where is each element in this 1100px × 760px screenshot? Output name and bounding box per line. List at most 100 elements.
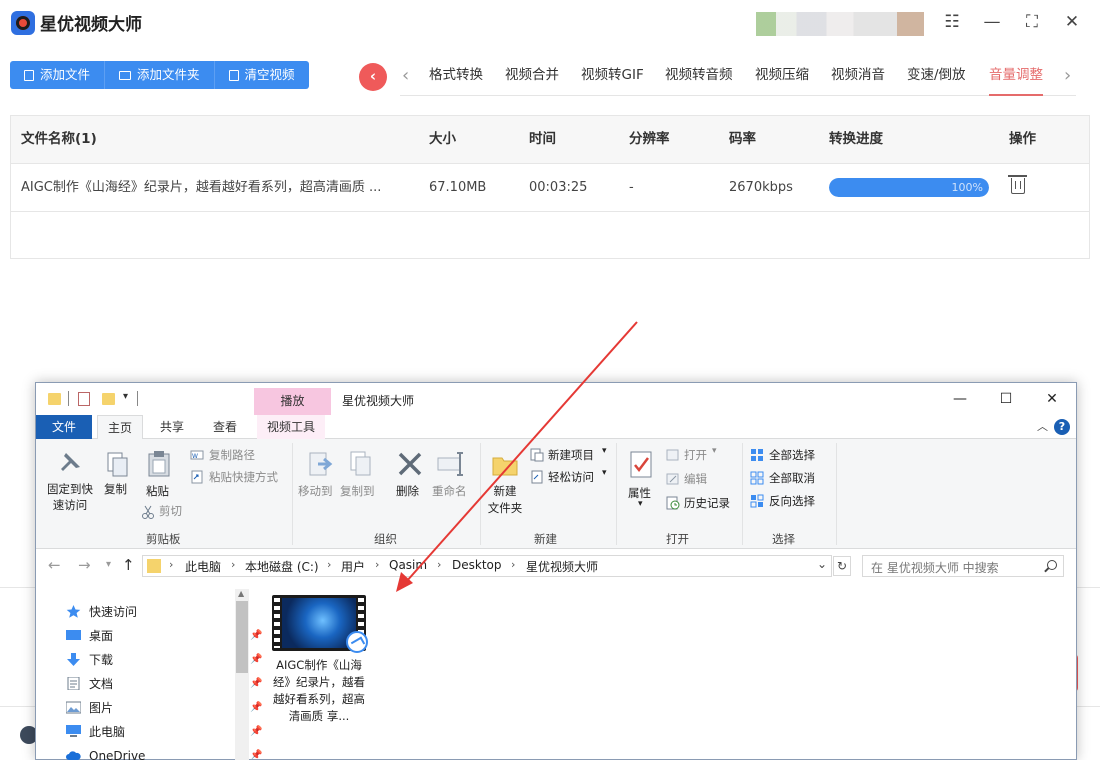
address-bar[interactable]: › 此电脑 › 本地磁盘 (C:) › 用户 › Qasim › Desktop… <box>142 555 832 577</box>
refresh-button[interactable]: ↻ <box>833 556 851 576</box>
tab-home[interactable]: 主页 <box>97 415 144 439</box>
new-item-dropdown-icon[interactable]: ▾ <box>602 446 607 456</box>
delete-row-icon[interactable] <box>1008 175 1027 194</box>
breadcrumb-users[interactable]: 用户 <box>341 558 365 575</box>
add-folder-button[interactable]: 添加文件夹 <box>105 61 215 89</box>
col-resolution: 分辨率 <box>629 131 670 147</box>
help-icon[interactable]: ? <box>1054 419 1070 435</box>
pin-icon[interactable]: 📌 <box>250 721 262 743</box>
new-item-button[interactable]: 新建项目 <box>548 447 594 463</box>
pin-icon[interactable]: 📌 <box>250 649 262 671</box>
breadcrumb-qasim[interactable]: Qasim <box>389 558 427 572</box>
copy-to-button[interactable]: 复制到 <box>340 483 375 499</box>
history-button[interactable]: 历史记录 <box>684 495 730 511</box>
forward-arrow-icon[interactable]: → <box>78 556 91 574</box>
settings-icon[interactable]: ☷ <box>940 10 964 34</box>
col-actions: 操作 <box>1009 131 1036 147</box>
breadcrumb-this-pc[interactable]: 此电脑 <box>185 558 221 575</box>
ribbon-separator <box>480 443 481 545</box>
maximize-button[interactable]: ⛶ <box>1020 10 1044 34</box>
tab-video-compress[interactable]: 视频压缩 <box>755 58 809 96</box>
new-folder-button[interactable]: 新建 文件夹 <box>486 483 524 517</box>
paste-icon <box>148 451 170 477</box>
crumb-separator: › <box>327 558 332 571</box>
collapse-ribbon-icon[interactable]: ︿ <box>1037 418 1048 434</box>
invert-selection-button[interactable]: 反向选择 <box>769 493 815 509</box>
open-button[interactable]: 打开 <box>684 447 707 463</box>
explorer-maximize-button[interactable]: ☐ <box>991 387 1021 411</box>
tab-video-mute[interactable]: 视频消音 <box>831 58 885 96</box>
tabs-next-icon[interactable]: › <box>1064 58 1071 94</box>
tab-share[interactable]: 共享 <box>150 415 194 439</box>
open-dropdown-icon[interactable]: ▾ <box>712 446 717 456</box>
user-avatar-blurred[interactable] <box>756 12 924 36</box>
pin-icon[interactable]: 📌 <box>250 697 262 719</box>
add-file-button[interactable]: 添加文件 <box>10 61 106 89</box>
video-file-item[interactable]: AIGC制作《山海经》纪录片，越看越好看系列，超高清画质 享... <box>272 595 368 725</box>
properties-quick-icon[interactable] <box>78 392 90 406</box>
select-all-button[interactable]: 全部选择 <box>769 447 815 463</box>
easy-access-dropdown-icon[interactable]: ▾ <box>602 468 607 478</box>
pin-icon[interactable]: 📌 <box>250 745 262 760</box>
pin-icon[interactable]: 📌 <box>250 673 262 695</box>
paste-shortcut-button[interactable]: 粘贴快捷方式 <box>209 469 278 485</box>
edit-button[interactable]: 编辑 <box>684 471 707 487</box>
tab-view[interactable]: 查看 <box>203 415 247 439</box>
copy-to-icon <box>350 451 371 476</box>
clear-videos-button[interactable]: 清空视频 <box>215 61 309 89</box>
select-none-button[interactable]: 全部取消 <box>769 470 815 486</box>
document-icon <box>67 677 80 690</box>
move-to-button[interactable]: 移动到 <box>298 483 333 499</box>
breadcrumb-local-disk[interactable]: 本地磁盘 (C:) <box>245 558 319 575</box>
cut-button[interactable]: 剪切 <box>159 503 182 519</box>
search-placeholder: 在 星优视频大师 中搜索 <box>871 561 999 575</box>
tab-speed-reverse[interactable]: 变速/倒放 <box>907 58 966 96</box>
breadcrumb-desktop[interactable]: Desktop <box>452 558 502 572</box>
tab-volume-adjust[interactable]: 音量调整 <box>989 58 1043 96</box>
explorer-minimize-button[interactable]: — <box>945 387 975 411</box>
search-icon <box>1047 560 1057 570</box>
tab-video-to-gif[interactable]: 视频转GIF <box>581 58 644 96</box>
nav-label: 桌面 <box>89 629 114 643</box>
easy-access-button[interactable]: 轻松访问 <box>548 469 594 485</box>
new-folder-quick-icon[interactable] <box>102 393 115 405</box>
qa-separator <box>68 391 69 406</box>
tab-video-merge[interactable]: 视频合并 <box>505 58 559 96</box>
up-arrow-icon[interactable]: ↑ <box>122 556 135 574</box>
minimize-button[interactable]: — <box>980 10 1004 34</box>
pin-icon <box>61 453 80 471</box>
recent-locations-icon[interactable]: ▾ <box>106 559 111 570</box>
breadcrumb-current-folder[interactable]: 星优视频大师 <box>526 558 598 575</box>
folder-icon <box>147 559 161 573</box>
navigation-pane: 快速访问 桌面 📌 下载 📌 文档 📌 图片 📌 此电脑 📌 OneDrive … <box>36 583 262 760</box>
tabs-prev-icon[interactable]: ‹ <box>402 58 409 94</box>
table-row[interactable]: AIGC制作《山海经》纪录片，越看越好看系列，超高清画质 ... 67.10MB… <box>11 164 1089 212</box>
tab-file[interactable]: 文件 <box>36 415 93 439</box>
tab-video-tools[interactable]: 视频工具 <box>257 415 326 439</box>
explorer-close-button[interactable]: ✕ <box>1037 387 1067 411</box>
select-all-icon <box>751 449 763 461</box>
open-icon <box>666 449 679 461</box>
pin-icon[interactable]: 📌 <box>250 625 262 647</box>
search-input[interactable]: 在 星优视频大师 中搜索 <box>862 555 1064 577</box>
collapse-back-button[interactable]: ‹ <box>359 63 387 91</box>
scrollbar-thumb[interactable] <box>236 601 248 673</box>
rename-button[interactable]: 重命名 <box>432 483 467 499</box>
customize-quick-access-icon[interactable]: ▾ <box>123 391 128 402</box>
pin-quick-access-button[interactable]: 固定到快 速访问 <box>44 481 96 513</box>
desktop-icon <box>66 630 81 640</box>
close-button[interactable]: ✕ <box>1060 10 1084 34</box>
scroll-up-icon[interactable]: ▲ <box>238 589 244 598</box>
back-arrow-icon[interactable]: ← <box>48 556 61 574</box>
tab-video-to-audio[interactable]: 视频转音频 <box>665 58 733 96</box>
nav-scrollbar[interactable]: ▲ <box>235 589 249 760</box>
folder-icon <box>48 393 61 405</box>
paste-button[interactable]: 粘贴 <box>146 483 169 499</box>
properties-dropdown-icon[interactable]: ▾ <box>638 499 643 509</box>
function-tabs: ‹ 格式转换 视频合并 视频转GIF 视频转音频 视频压缩 视频消音 变速/倒放… <box>400 58 1076 96</box>
copy-path-button[interactable]: 复制路径 <box>209 447 255 463</box>
address-dropdown-icon[interactable]: ⌄ <box>817 557 827 571</box>
delete-button[interactable]: 删除 <box>396 483 419 499</box>
copy-button[interactable]: 复制 <box>104 481 127 497</box>
tab-format-convert[interactable]: 格式转换 <box>429 58 483 96</box>
